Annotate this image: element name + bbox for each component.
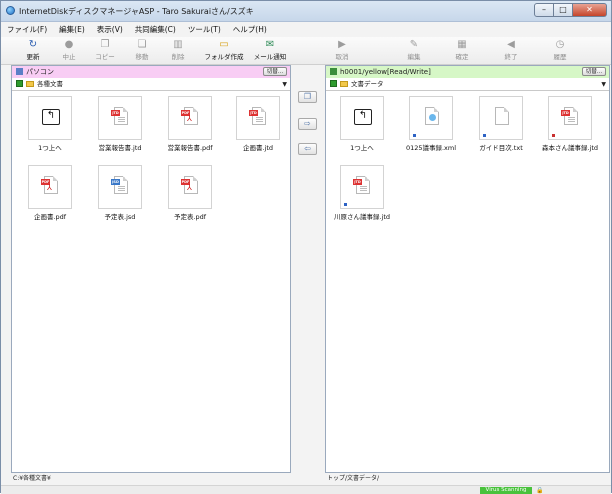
chevron-down-icon: ▼ [601,81,606,88]
new-folder-button[interactable]: ▭ フォルダ作成 [201,38,247,63]
server-pane[interactable]: h0001/yellow[Read/Write] 切替... 文書データ ▼ ↰… [325,65,610,473]
menu-view[interactable]: 表示(V) [91,22,129,36]
stop-icon: ● [64,39,74,50]
mail-icon: ✉ [265,39,275,50]
end-button[interactable]: ◀ 終了 [491,38,531,63]
shortcut-icon [551,133,556,138]
move-button[interactable]: ❏ 移動 [122,38,162,63]
end-icon: ◀ [507,39,515,50]
history-icon: ◷ [555,39,565,50]
file-item[interactable]: ガイド目次.txt [475,96,527,154]
minimize-button[interactable]: – [534,3,554,17]
copy-icon: ❐ [303,92,312,101]
file-item[interactable]: PDF ⅄ 営業報告書.pdf [164,96,216,154]
shortcut-icon [412,133,417,138]
title-bar[interactable]: InternetDiskディスクマネージャASP - Taro Sakuraiさ… [1,1,611,22]
file-item[interactable]: JSD 予定表.jsd [94,165,146,223]
chevron-down-icon: ▼ [282,81,287,88]
xml-file-icon [425,107,439,125]
file-item[interactable]: JTD 企画書.jtd [232,96,284,154]
menu-tools[interactable]: ツール(T) [182,22,227,36]
arrow-right-icon: ⇨ [304,119,311,128]
file-item-up[interactable]: ↰ 1つ上へ [336,96,388,154]
server-pane-header: h0001/yellow[Read/Write] 切替... [326,66,609,78]
app-icon [6,6,15,15]
refresh-icon: ↻ [28,39,38,50]
window-controls: – □ ✕ [534,3,607,17]
file-item[interactable]: PDF ⅄ 企画書.pdf [24,165,76,223]
server-location-select[interactable]: 文書データ ▼ [326,79,609,91]
file-item[interactable]: 0125議事録.xml [405,96,457,154]
confirm-button[interactable]: ▦ 確定 [442,38,482,63]
menu-file[interactable]: ファイル(F) [1,22,53,36]
app-window: InternetDiskディスクマネージャASP - Taro Sakuraiさ… [0,0,612,494]
window-title: InternetDiskディスクマネージャASP - Taro Sakuraiさ… [19,7,254,16]
copy-icon: ❐ [100,39,110,50]
file-item[interactable]: JTD 川原さん議事録.jtd [334,165,390,223]
close-button[interactable]: ✕ [573,3,607,17]
edit-icon: ✎ [409,39,419,50]
menu-help[interactable]: ヘルプ(H) [227,22,273,36]
mail-notify-button[interactable]: ✉ メール通知 [250,38,290,63]
shortcut-icon [482,133,487,138]
drive-icon [16,80,23,87]
copy-transfer-button[interactable]: ❐ [298,91,317,103]
trash-icon: ▥ [173,39,183,50]
file-item-up[interactable]: ↰ 1つ上へ [24,96,76,154]
server-path-status: トップ/文書データ/ [327,475,380,482]
menu-collab[interactable]: 共同編集(C) [129,22,182,36]
maximize-button[interactable]: □ [554,3,573,17]
copy-button[interactable]: ❐ コピー [85,38,125,63]
jtd-file-icon: JTD [353,176,370,194]
shortcut-icon [343,202,348,207]
download-left-button[interactable]: ⇦ [298,143,317,155]
local-location-select[interactable]: 各種文書 ▼ [12,79,290,91]
menu-edit[interactable]: 編集(E) [53,22,91,36]
server-switch-button[interactable]: 切替... [582,67,606,76]
file-item[interactable]: JTD 森本さん議事録.jtd [542,96,598,154]
local-pane-header: パソコン 切替... [12,66,290,78]
folder-icon: ▭ [219,39,229,50]
history-button[interactable]: ◷ 履歴 [540,38,580,63]
file-item[interactable]: JTD 営業報告書.jtd [94,96,146,154]
upload-right-button[interactable]: ⇨ [298,118,317,130]
jtd-file-icon: JTD [111,107,128,125]
folder-icon [26,81,34,87]
cancel-icon: ▶ [338,39,346,50]
local-switch-button[interactable]: 切替... [263,67,287,76]
local-path-status: C:¥各種文書¥ [13,475,51,482]
jsd-file-icon: JSD [111,176,128,194]
pdf-file-icon: PDF ⅄ [41,176,58,194]
refresh-button[interactable]: ↻ 更新 [13,38,53,63]
drive-icon [330,80,337,87]
toolbar: ↻ 更新 ● 中止 ❐ コピー ❏ 移動 ▥ 削除 ▭ フォルダ作成 ✉ メール… [1,37,611,65]
txt-file-icon [495,107,509,125]
computer-icon [16,68,23,75]
arrow-left-icon: ⇦ [304,144,311,153]
move-icon: ❏ [137,39,147,50]
menu-bar: ファイル(F) 編集(E) 表示(V) 共同編集(C) ツール(T) ヘルプ(H… [1,22,611,36]
pdf-file-icon: PDF ⅄ [181,176,198,194]
folder-icon [340,81,348,87]
stop-button[interactable]: ● 中止 [49,38,89,63]
up-folder-icon: ↰ [42,109,60,125]
edit-button[interactable]: ✎ 編集 [394,38,434,63]
jtd-file-icon: JTD [561,107,578,125]
confirm-icon: ▦ [457,39,467,50]
pdf-file-icon: PDF ⅄ [181,107,198,125]
up-folder-icon: ↰ [354,109,372,125]
local-pane[interactable]: パソコン 切替... 各種文書 ▼ ↰ 1つ上へ JTD 営業報告書.jtd P… [11,65,291,473]
server-icon [330,68,337,75]
delete-button[interactable]: ▥ 削除 [158,38,198,63]
jtd-file-icon: JTD [249,107,266,125]
cancel-button[interactable]: ▶ 取消 [322,38,362,63]
file-item[interactable]: PDF ⅄ 予定表.pdf [164,165,216,223]
